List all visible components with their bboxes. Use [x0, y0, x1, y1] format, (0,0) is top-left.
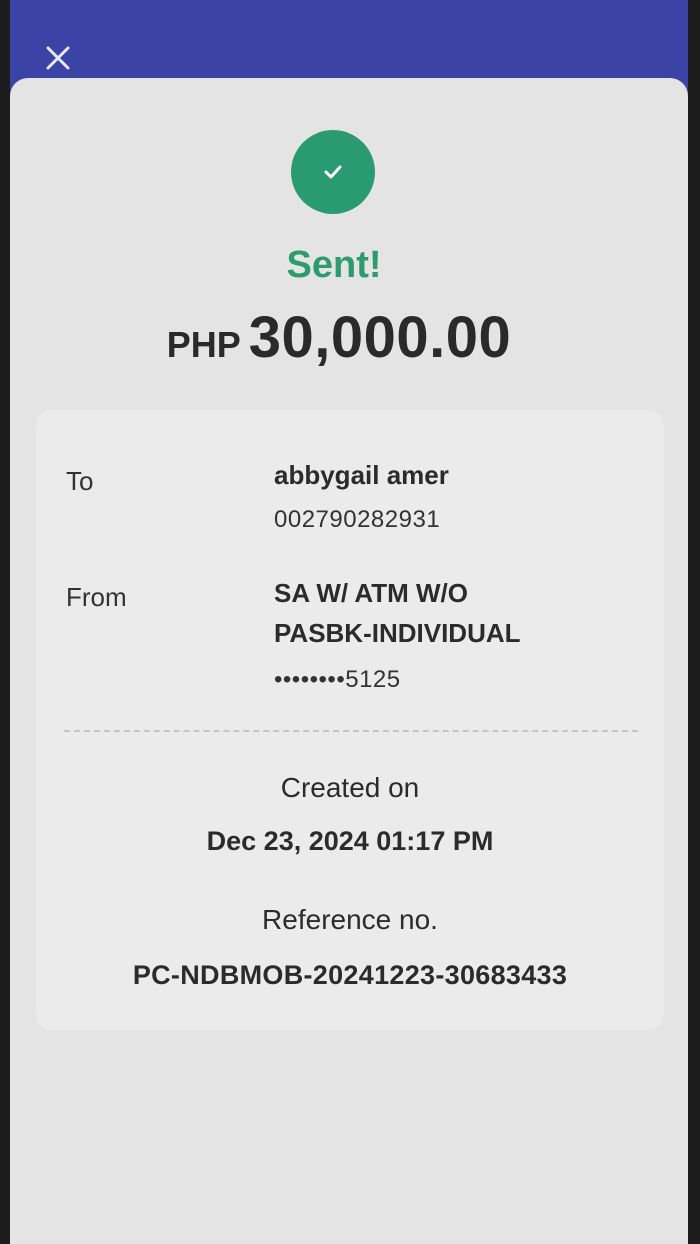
- created-label: Created on: [280, 772, 420, 803]
- currency-code: PHP: [166, 324, 241, 365]
- reference-value: PC-NDBMOB-20241223-30683433: [132, 960, 568, 990]
- source-account-type-line2: PASBK-INDIVIDUAL: [274, 618, 521, 648]
- recipient-account: 002790282931: [274, 506, 441, 533]
- receipt-screen: Sent! PHP 30,000.00 To abbygail amer 0027…: [10, 0, 688, 1244]
- amount: PHP 30,000.00: [10, 304, 668, 371]
- source-account-masked: ••••••••5125: [274, 666, 401, 693]
- close-icon: [46, 46, 70, 70]
- amount-value: 30,000.00: [248, 305, 512, 370]
- reference-label: Reference no.: [262, 904, 438, 935]
- close-button[interactable]: [34, 34, 82, 82]
- divider: [64, 730, 638, 732]
- success-badge: [291, 130, 375, 214]
- recipient-name: abbygail amer: [274, 460, 449, 490]
- details-card: To abbygail amer 002790282931 From SA W/…: [36, 410, 664, 1030]
- status-text: Sent!: [286, 244, 382, 286]
- source-account-type-line1: SA W/ ATM W/O: [274, 578, 468, 608]
- to-label: To: [66, 466, 94, 496]
- from-label: From: [66, 582, 127, 612]
- receipt-sheet: Sent! PHP 30,000.00 To abbygail amer 0027…: [10, 78, 688, 1244]
- check-icon: [324, 165, 342, 179]
- created-value: Dec 23, 2024 01:17 PM: [206, 826, 494, 856]
